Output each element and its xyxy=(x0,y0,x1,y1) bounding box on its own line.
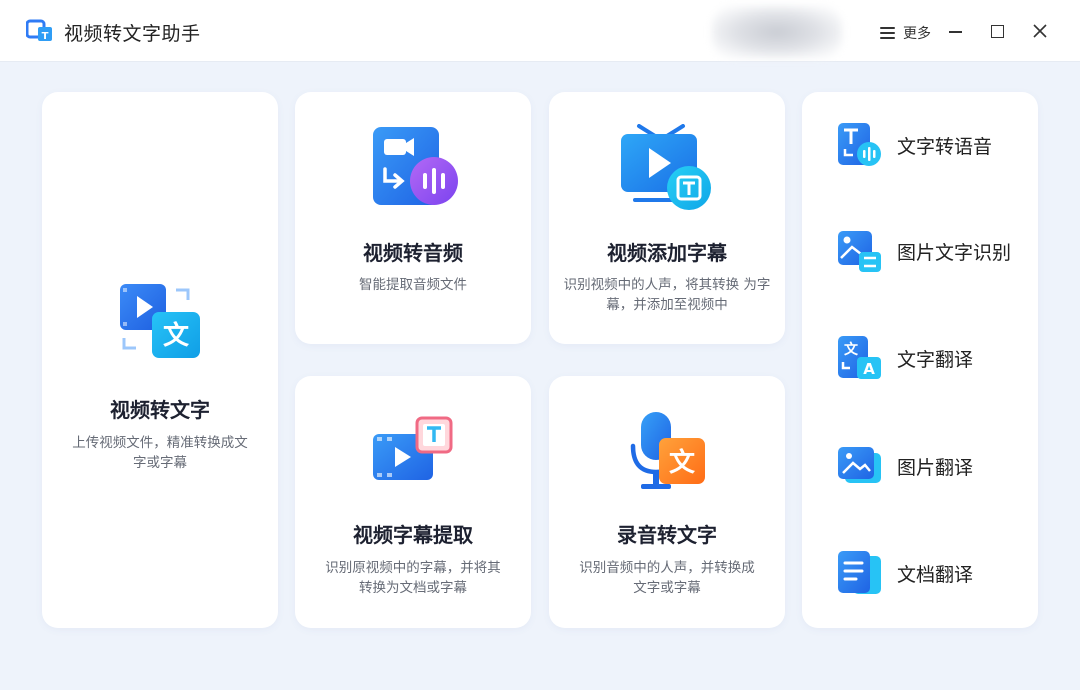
desc-line: 智能提取音频文件 xyxy=(359,277,467,293)
text-to-speech-icon xyxy=(838,123,881,166)
card-video-to-text[interactable]: 文 视频转文字 上传视频文件，精准转换成文 字或字幕 xyxy=(42,92,278,628)
title-bar: T 视频转文字助手 更多 xyxy=(0,0,1080,62)
card-description: 识别音频中的人声，并转换成 文字或字幕 xyxy=(557,558,777,598)
card-video-add-subtitle[interactable]: 视频添加字幕 识别视频中的人声，将其转换 为字 幕，并添加至视频中 xyxy=(549,92,785,344)
desc-line: 识别视频中的人声，将其转换 为字 xyxy=(563,277,771,293)
card-title: 视频转文字 xyxy=(110,398,210,422)
a-glyph: A xyxy=(863,360,875,378)
menu-icon xyxy=(880,27,895,39)
tool-text-to-speech[interactable]: 文字转语音 xyxy=(837,120,1047,170)
tool-text-translate[interactable]: 文 A 文字翻译 xyxy=(837,333,1047,383)
tool-document-translate[interactable]: 文档翻译 xyxy=(837,548,1047,598)
minimize-button[interactable] xyxy=(946,20,966,42)
logo-glyph: T xyxy=(42,31,49,42)
card-video-to-audio[interactable]: 视频转音频 智能提取音频文件 xyxy=(295,92,531,344)
close-button[interactable] xyxy=(1030,20,1050,42)
maximize-button[interactable] xyxy=(988,20,1008,42)
more-menu-label: 更多 xyxy=(903,26,931,42)
app-title: 视频转文字助手 xyxy=(64,23,201,45)
tool-label: 图片翻译 xyxy=(897,456,974,479)
wen-glyph: 文 xyxy=(163,320,190,351)
card-title: 录音转文字 xyxy=(617,523,717,547)
wen-glyph: 文 xyxy=(669,447,696,478)
tool-image-translate[interactable]: 图片翻译 xyxy=(837,441,1047,491)
text-translate-icon: 文 A xyxy=(838,336,881,379)
more-menu-button[interactable]: 更多 xyxy=(880,24,931,42)
close-icon xyxy=(1033,24,1047,38)
document-translate-icon xyxy=(838,551,881,594)
blurred-account-area xyxy=(712,6,842,58)
desc-line: 识别原视频中的字幕，并将其 xyxy=(325,560,501,576)
tool-label: 文档翻译 xyxy=(897,563,974,586)
card-description: 识别视频中的人声，将其转换 为字 幕，并添加至视频中 xyxy=(552,275,782,315)
card-audio-to-text[interactable]: 文 录音转文字 识别音频中的人声，并转换成 文字或字幕 xyxy=(549,376,785,628)
tools-panel: 文字转语音 图片文字识别 文 A 文字翻译 图片翻译 文档翻译 xyxy=(802,92,1038,628)
desc-line: 转换为文档或字幕 xyxy=(359,580,467,596)
card-title: 视频添加字幕 xyxy=(607,241,727,265)
desc-line: 字或字幕 xyxy=(133,455,187,471)
desc-line: 幕，并添加至视频中 xyxy=(606,297,728,313)
desc-line: 文字或字幕 xyxy=(633,580,701,596)
video-to-text-icon: 文 xyxy=(120,284,200,358)
tool-label: 文字转语音 xyxy=(897,135,993,158)
tool-label: 文字翻译 xyxy=(897,348,974,371)
card-description: 上传视频文件，精准转换成文 字或字幕 xyxy=(50,433,270,473)
image-translate-icon xyxy=(838,447,881,483)
tv-subtitle-icon xyxy=(621,124,711,210)
card-subtitle-extract[interactable]: 视频字幕提取 识别原视频中的字幕，并将其 转换为文档或字幕 xyxy=(295,376,531,628)
card-title: 视频字幕提取 xyxy=(353,523,473,547)
wen-glyph: 文 xyxy=(844,341,859,358)
subtitle-extract-icon xyxy=(373,416,453,480)
app-logo-icon: T xyxy=(26,19,52,42)
card-description: 智能提取音频文件 xyxy=(303,275,523,295)
tool-image-ocr[interactable]: 图片文字识别 xyxy=(837,226,1047,276)
video-to-audio-icon xyxy=(373,127,458,205)
desc-line: 识别音频中的人声，并转换成 xyxy=(579,560,755,576)
desc-line: 上传视频文件，精准转换成文 xyxy=(72,435,248,451)
audio-to-text-icon: 文 xyxy=(630,412,705,489)
image-ocr-icon xyxy=(838,231,881,272)
card-description: 识别原视频中的字幕，并将其 转换为文档或字幕 xyxy=(303,558,523,598)
tool-label: 图片文字识别 xyxy=(897,241,1012,264)
card-title: 视频转音频 xyxy=(363,241,463,265)
